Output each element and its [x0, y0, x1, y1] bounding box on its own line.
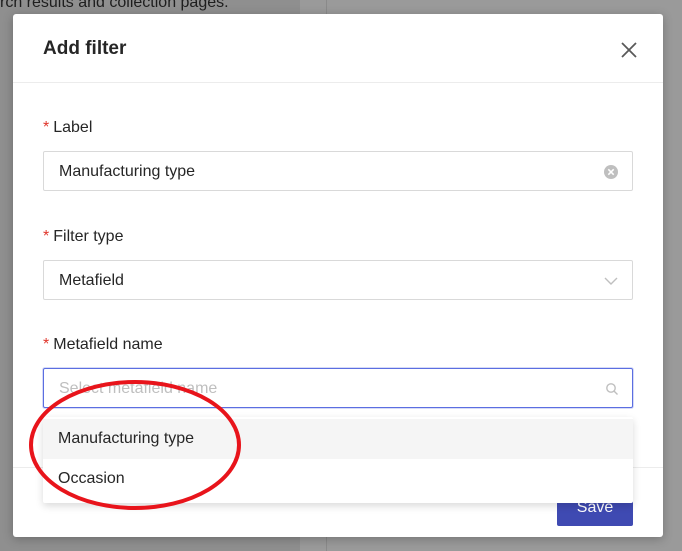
- background-description-text: rch results and collection pages.: [0, 0, 229, 11]
- label-input[interactable]: Manufacturing type: [43, 151, 633, 191]
- metafield-name-label: * Metafield name: [43, 336, 163, 354]
- search-icon: [604, 381, 620, 397]
- dropdown-option-occasion[interactable]: Occasion: [43, 459, 633, 499]
- required-mark: *: [43, 228, 50, 245]
- label-field-label-text: Label: [53, 119, 93, 136]
- metafield-name-search-input[interactable]: Select metafield name: [43, 368, 633, 408]
- metafield-name-dropdown: Manufacturing type Occasion: [43, 417, 633, 503]
- chevron-down-icon: [603, 273, 619, 289]
- label-input-value: Manufacturing type: [59, 163, 196, 180]
- filter-type-select[interactable]: Metafield: [43, 260, 633, 300]
- label-field-label: * Label: [43, 119, 92, 137]
- filter-type-label-text: Filter type: [53, 228, 124, 245]
- modal-title: Add filter: [43, 38, 127, 59]
- required-mark: *: [43, 336, 50, 353]
- close-icon[interactable]: [617, 38, 641, 62]
- metafield-name-placeholder: Select metafield name: [59, 380, 218, 397]
- dropdown-option-manufacturing-type[interactable]: Manufacturing type: [43, 419, 633, 459]
- metafield-name-label-text: Metafield name: [53, 336, 163, 353]
- filter-type-value: Metafield: [59, 272, 124, 289]
- clear-icon[interactable]: [603, 164, 619, 180]
- filter-type-label: * Filter type: [43, 228, 123, 246]
- required-mark: *: [43, 119, 50, 136]
- modal-header: Add filter: [13, 14, 663, 83]
